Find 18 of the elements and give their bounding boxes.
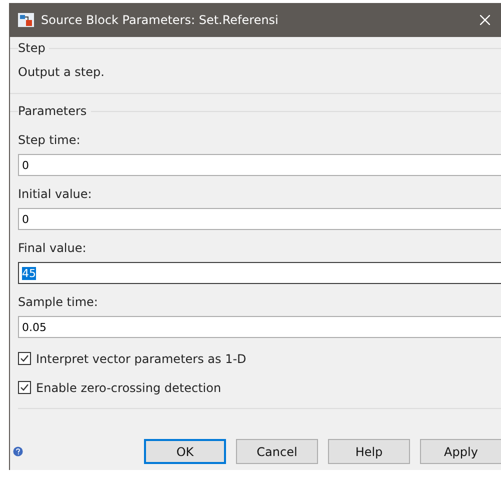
group-title: Parameters: [18, 104, 91, 118]
dialog-button[interactable]: Help: [328, 439, 410, 464]
field-label: Final value:: [18, 241, 88, 255]
window-title: Source Block Parameters: Set.Referensi: [41, 13, 278, 27]
checkbox-label: Interpret vector parameters as 1-D: [36, 352, 246, 366]
dialog-button[interactable]: OK: [144, 439, 226, 464]
input-field[interactable]: 45: [18, 262, 501, 284]
input-field[interactable]: 0.05: [18, 316, 501, 338]
field-label: Sample time:: [18, 295, 99, 309]
field-label: Step time:: [18, 133, 82, 147]
input-field[interactable]: 0: [18, 208, 501, 230]
block-description: Output a step.: [18, 65, 104, 79]
dialog-button[interactable]: Apply: [420, 439, 501, 464]
group-title: Step: [18, 41, 50, 55]
checkbox-label: Enable zero-crossing detection: [36, 380, 222, 394]
dialog-button[interactable]: Cancel: [236, 439, 318, 464]
input-field[interactable]: 0: [18, 154, 501, 176]
field-label: Initial value:: [18, 187, 93, 201]
